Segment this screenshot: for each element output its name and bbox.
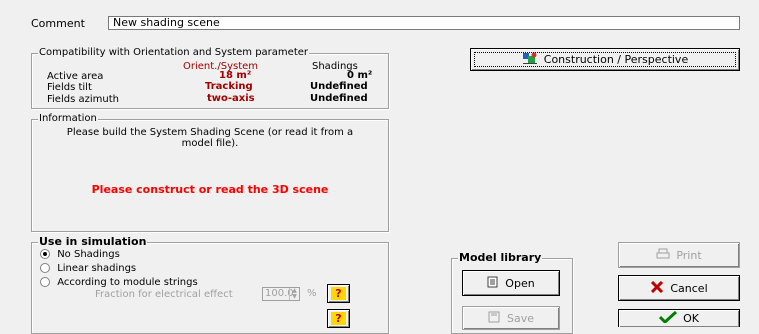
fields-tilt-label: Fields tilt (47, 82, 92, 93)
save-label: Save (506, 311, 534, 325)
fields-azimuth-label: Fields azimuth (47, 94, 119, 105)
fields-tilt-orient: Tracking (205, 81, 253, 92)
information-message: Please build the System Shading Scene (o… (66, 127, 354, 149)
save-button[interactable]: Save (462, 306, 560, 330)
information-warning: Please construct or read the 3D scene (91, 183, 329, 196)
fields-tilt-shadings: Undefined (310, 81, 368, 92)
spinner-arrows-icon[interactable]: ▲ ▼ (289, 288, 299, 300)
compatibility-legend: Compatibility with Orientation and Syste… (38, 47, 309, 58)
cancel-button[interactable]: Cancel (618, 275, 740, 301)
information-legend: Information (38, 113, 98, 124)
option-no-shadings-label: No Shadings (57, 249, 120, 260)
print-button[interactable]: Print (618, 242, 740, 268)
open-label: Open (505, 276, 535, 290)
active-area-shadings: 0 m² (347, 70, 373, 81)
active-area-label: Active area (47, 71, 104, 82)
fields-azimuth-orient: two-axis (207, 93, 255, 104)
ok-label: OK (683, 312, 699, 325)
information-group: Information Please build the System Shad… (31, 113, 389, 232)
print-label: Print (676, 248, 702, 262)
help-icon: ? (331, 287, 346, 300)
ok-button[interactable]: OK (618, 309, 740, 327)
option-module-strings-label: According to module strings (57, 277, 198, 288)
option-no-shadings[interactable]: No Shadings (40, 249, 120, 260)
construction-icon (522, 51, 538, 68)
comment-field[interactable]: New shading scene (108, 16, 740, 30)
help-icon: ? (331, 312, 346, 325)
comment-label: Comment (31, 17, 85, 30)
active-area-orient: 18 m² (219, 70, 252, 81)
cancel-icon (650, 280, 664, 296)
fraction-label: Fraction for electrical effect (95, 289, 233, 300)
save-icon (488, 311, 501, 326)
radio-button[interactable] (40, 277, 50, 287)
construction-perspective-button[interactable]: Construction / Perspective (470, 48, 740, 71)
construction-perspective-label: Construction / Perspective (543, 53, 689, 66)
checkmark-icon (659, 310, 678, 326)
open-button[interactable]: Open (462, 270, 560, 296)
help-button-fraction[interactable]: ? (327, 284, 350, 303)
help-button-strings[interactable]: ? (327, 309, 350, 328)
printer-icon (656, 248, 670, 263)
radio-button[interactable] (40, 249, 50, 259)
cancel-label: Cancel (670, 281, 708, 295)
option-linear-shadings[interactable]: Linear shadings (40, 263, 136, 274)
model-library-legend: Model library (458, 251, 543, 264)
option-module-strings[interactable]: According to module strings (40, 277, 198, 288)
simulation-legend: Use in simulation (38, 235, 148, 248)
fraction-spinner[interactable]: 100.0 ▲ ▼ (262, 287, 300, 301)
fields-azimuth-shadings: Undefined (310, 93, 368, 104)
option-linear-shadings-label: Linear shadings (57, 263, 137, 274)
fraction-unit: % (307, 288, 317, 299)
radio-button[interactable] (40, 263, 50, 273)
open-file-icon (487, 276, 499, 291)
